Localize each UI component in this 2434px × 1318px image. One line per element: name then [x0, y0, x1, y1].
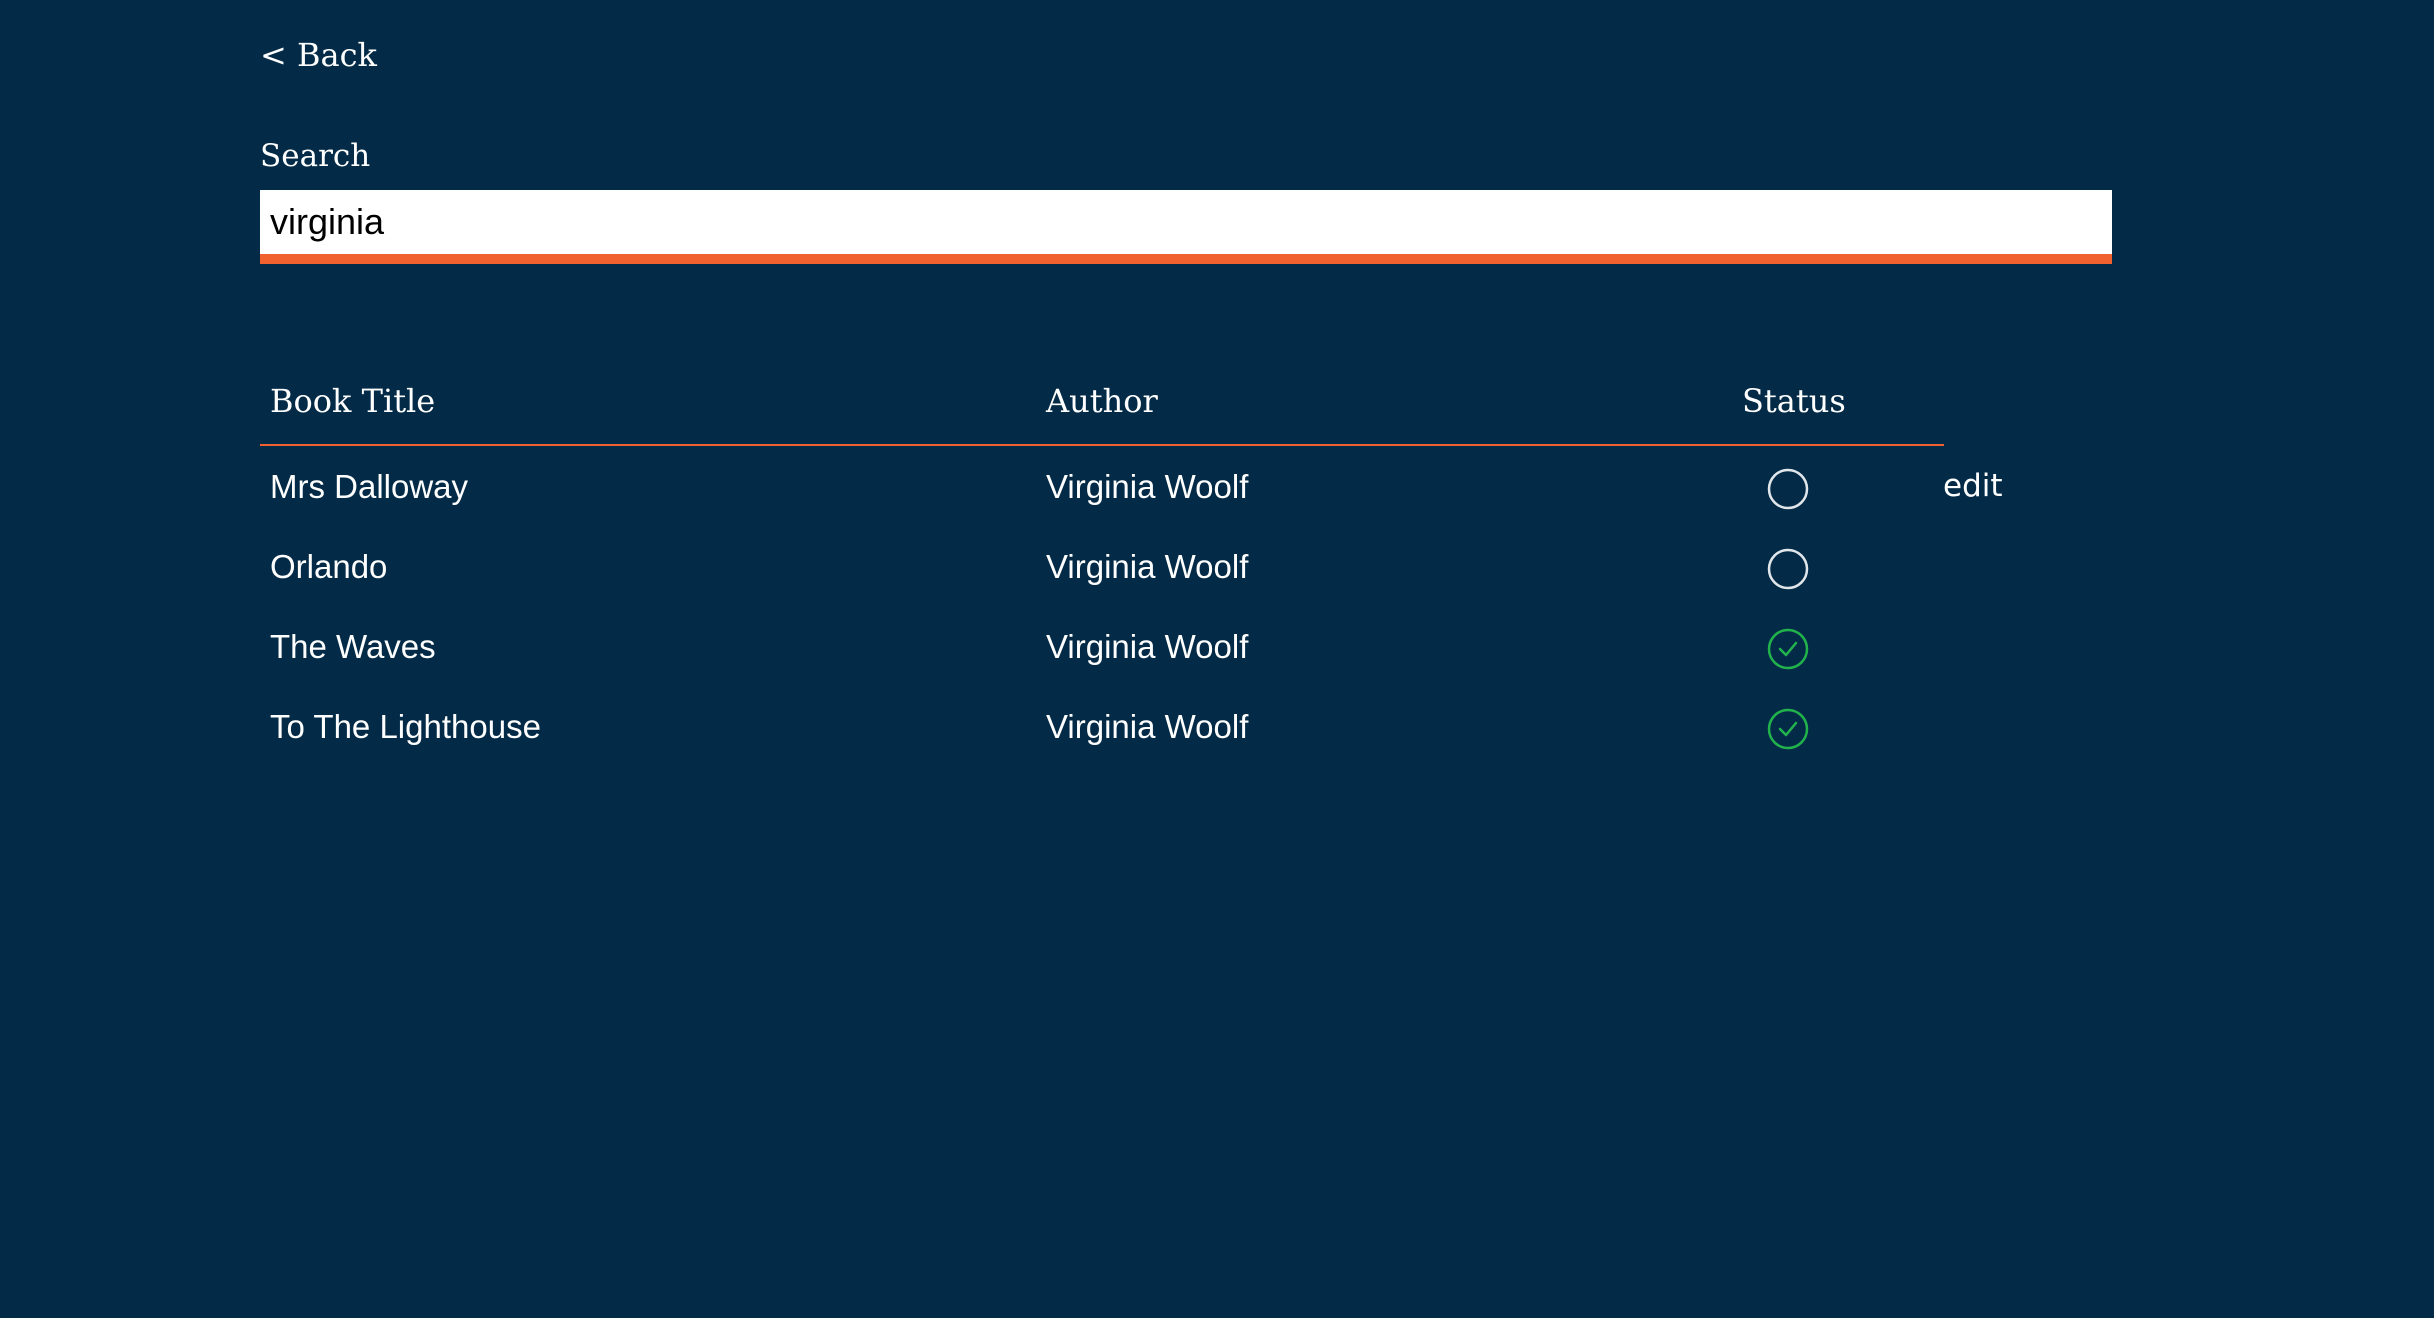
edit-link[interactable]: edit [1943, 468, 2003, 504]
table-row[interactable]: Mrs Dalloway Virginia Woolf edit [260, 446, 2003, 526]
book-author: Virginia Woolf [1046, 708, 1249, 745]
table-row[interactable]: The Waves Virginia Woolf [260, 606, 1944, 686]
book-author: Virginia Woolf [1046, 548, 1249, 585]
book-title: The Waves [270, 628, 436, 665]
check-circle-icon[interactable] [1767, 708, 1809, 750]
search-field [260, 190, 2112, 264]
book-title: To The Lighthouse [270, 708, 541, 745]
book-title: Mrs Dalloway [270, 468, 469, 505]
book-author: Virginia Woolf [1046, 628, 1249, 665]
table-row[interactable]: Orlando Virginia Woolf [260, 526, 1944, 606]
column-header-author: Author [1046, 382, 1158, 420]
page: < Back Search Book Title Author Status M… [0, 0, 2434, 1318]
table-row[interactable]: To The Lighthouse Virginia Woolf [260, 686, 1944, 766]
table-header: Book Title Author Status [260, 370, 1944, 446]
book-title: Orlando [270, 548, 388, 585]
column-header-title: Book Title [270, 382, 436, 420]
column-header-status: Status [1742, 382, 1846, 420]
check-circle-icon[interactable] [1767, 628, 1809, 670]
book-author: Virginia Woolf [1046, 468, 1249, 505]
back-link[interactable]: < Back [260, 36, 377, 74]
search-input[interactable] [260, 190, 2112, 254]
search-label: Search [260, 138, 371, 174]
books-table: Book Title Author Status Mrs Dalloway Vi… [260, 370, 2003, 766]
empty-circle-icon[interactable] [1767, 548, 1809, 590]
empty-circle-icon[interactable] [1767, 468, 1809, 510]
